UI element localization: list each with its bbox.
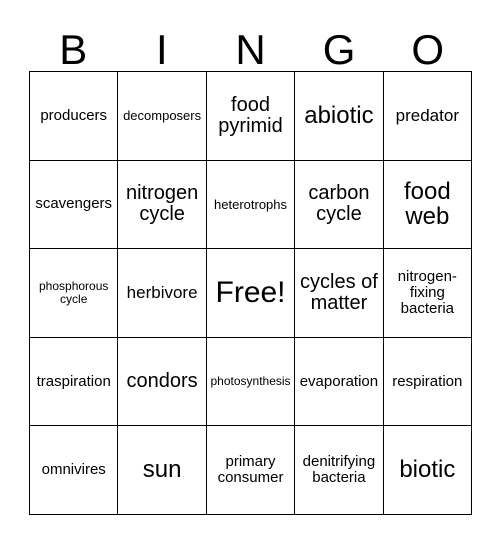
bingo-cell-label: herbivore <box>126 282 198 302</box>
bingo-cell-b5[interactable]: omnivires <box>30 426 119 515</box>
bingo-header-row: B I N G O <box>29 28 472 71</box>
bingo-cell-label: biotic <box>399 456 456 484</box>
bingo-cell-b1[interactable]: producers <box>30 72 119 161</box>
bingo-cell-label: cycles of matter <box>300 270 378 314</box>
bingo-cell-o4[interactable]: respiration <box>383 337 473 427</box>
header-cell-o: O <box>383 28 472 71</box>
bingo-cell-i4[interactable]: condors <box>118 337 207 427</box>
header-cell-n: N <box>206 28 295 71</box>
bingo-cell-label: omnivires <box>41 461 106 479</box>
bingo-cell-label: respiration <box>392 372 463 390</box>
bingo-cell-i5[interactable]: sun <box>118 426 207 515</box>
bingo-cell-g1[interactable]: abiotic <box>295 72 384 161</box>
bingo-cell-g3[interactable]: cycles of matter <box>295 249 384 338</box>
bingo-cell-g4[interactable]: evaporation <box>295 337 384 427</box>
bingo-card: B I N G O producers decomposers food pyr… <box>29 28 473 515</box>
bingo-cell-label: denitrifying bacteria <box>302 453 376 487</box>
bingo-cell-label: scavengers <box>35 195 113 213</box>
bingo-grid: producers decomposers food pyrimid abiot… <box>29 71 473 515</box>
bingo-cell-n5[interactable]: primary consumer <box>206 426 296 515</box>
bingo-cell-i1[interactable]: decomposers <box>118 72 207 161</box>
bingo-cell-label: nitrogen cycle <box>125 182 199 226</box>
bingo-row: traspiration condors photosynthesis evap… <box>30 337 473 427</box>
bingo-cell-free-space[interactable]: Free! <box>206 249 296 338</box>
header-letter-o: O <box>411 26 444 73</box>
bingo-cell-label: predator <box>395 105 459 125</box>
bingo-cell-n2[interactable]: heterotrophs <box>206 160 296 250</box>
bingo-cell-n1[interactable]: food pyrimid <box>206 72 296 161</box>
bingo-row: producers decomposers food pyrimid abiot… <box>30 72 473 161</box>
bingo-cell-label: nitrogen-fixing bacteria <box>397 268 457 317</box>
bingo-row: phosphorous cycle herbivore Free! cycles… <box>30 249 473 338</box>
bingo-cell-o1[interactable]: predator <box>383 72 473 161</box>
bingo-cell-label: food pyrimid <box>218 93 283 137</box>
bingo-cell-label: decomposers <box>123 107 202 123</box>
bingo-cell-i2[interactable]: nitrogen cycle <box>118 160 207 250</box>
bingo-cell-o2[interactable]: food web <box>383 160 473 250</box>
bingo-cell-label: photosynthesis <box>210 374 291 389</box>
header-letter-b: B <box>59 26 88 73</box>
bingo-cell-b3[interactable]: phosphorous cycle <box>30 249 119 338</box>
bingo-cell-b4[interactable]: traspiration <box>30 337 119 427</box>
bingo-cell-label: evaporation <box>299 372 379 390</box>
free-space-label: Free! <box>215 276 286 310</box>
bingo-cell-label: primary consumer <box>217 453 284 487</box>
bingo-cell-o5[interactable]: biotic <box>383 426 473 515</box>
bingo-cell-label: condors <box>126 369 198 392</box>
bingo-cell-i3[interactable]: herbivore <box>118 249 207 338</box>
header-cell-i: I <box>118 28 207 71</box>
bingo-cell-label: phosphorous cycle <box>39 279 109 306</box>
header-cell-b: B <box>29 28 118 71</box>
bingo-cell-n4[interactable]: photosynthesis <box>206 337 296 427</box>
bingo-cell-label: heterotrophs <box>214 196 288 212</box>
header-letter-i: I <box>156 26 168 73</box>
bingo-cell-label: traspiration <box>36 372 111 390</box>
bingo-cell-label: abiotic <box>304 102 374 130</box>
bingo-cell-label: carbon cycle <box>308 182 370 226</box>
bingo-cell-g5[interactable]: denitrifying bacteria <box>295 426 384 515</box>
bingo-cell-o3[interactable]: nitrogen-fixing bacteria <box>383 249 473 338</box>
bingo-cell-label: food web <box>403 177 451 231</box>
bingo-cell-g2[interactable]: carbon cycle <box>295 160 384 250</box>
header-cell-g: G <box>295 28 384 71</box>
bingo-row: scavengers nitrogen cycle heterotrophs c… <box>30 160 473 250</box>
bingo-cell-b2[interactable]: scavengers <box>30 160 119 250</box>
bingo-cell-label: producers <box>40 106 108 124</box>
header-letter-n: N <box>235 26 266 73</box>
header-letter-g: G <box>322 26 356 73</box>
bingo-row: omnivires sun primary consumer denitrify… <box>30 426 473 515</box>
bingo-cell-label: sun <box>142 456 182 484</box>
